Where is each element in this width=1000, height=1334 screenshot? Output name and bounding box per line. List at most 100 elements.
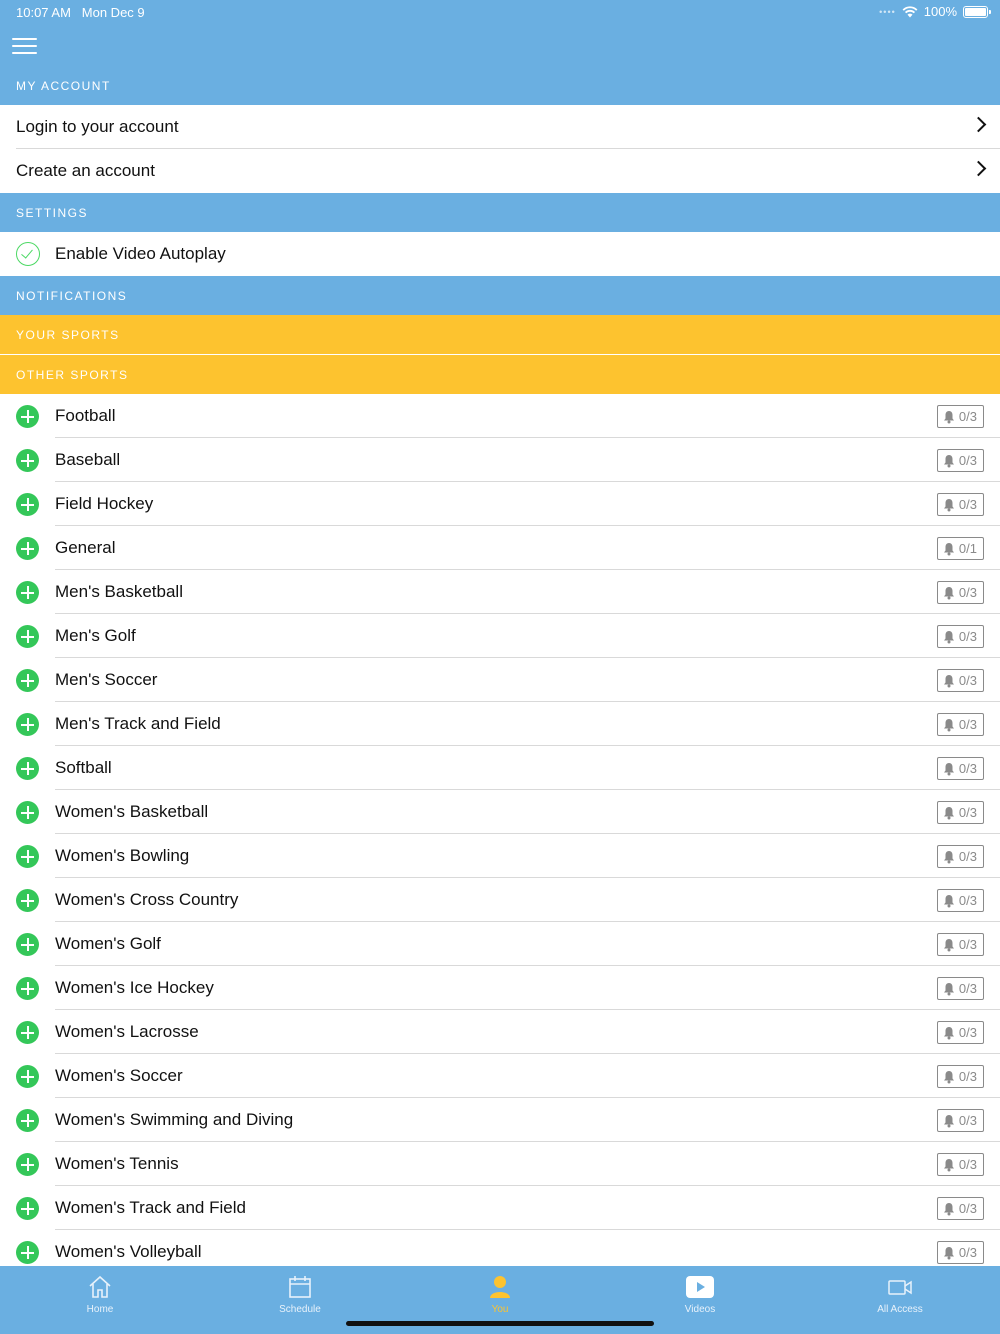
notification-count-badge[interactable]: 0/1 bbox=[936, 537, 984, 560]
bell-icon bbox=[943, 1202, 954, 1215]
sport-row[interactable]: Women's Tennis 0/3 bbox=[0, 1142, 1000, 1186]
notification-count-badge[interactable]: 0/3 bbox=[936, 581, 984, 604]
tab-home[interactable]: Home bbox=[0, 1266, 200, 1322]
sport-row[interactable]: Baseball 0/3 bbox=[0, 438, 1000, 482]
notification-count-badge[interactable]: 0/3 bbox=[936, 1065, 984, 1088]
notification-count-badge[interactable]: 0/3 bbox=[936, 405, 984, 428]
sport-name: Women's Basketball bbox=[55, 802, 209, 821]
add-icon[interactable] bbox=[16, 581, 39, 604]
create-account-row[interactable]: Create an account bbox=[0, 149, 1000, 193]
wifi-icon bbox=[902, 5, 918, 17]
sport-name: Men's Golf bbox=[55, 626, 136, 645]
bell-icon bbox=[943, 762, 954, 775]
sport-name: Women's Tennis bbox=[55, 1154, 179, 1173]
notification-count-badge[interactable]: 0/3 bbox=[936, 449, 984, 472]
notification-count-badge[interactable]: 0/3 bbox=[936, 933, 984, 956]
sport-row[interactable]: Women's Lacrosse 0/3 bbox=[0, 1010, 1000, 1054]
tab-you[interactable]: You bbox=[400, 1266, 600, 1322]
sport-row[interactable]: Men's Basketball 0/3 bbox=[0, 570, 1000, 614]
bell-icon bbox=[943, 938, 954, 951]
sport-row[interactable]: Men's Soccer 0/3 bbox=[0, 658, 1000, 702]
add-icon[interactable] bbox=[16, 1241, 39, 1264]
add-icon[interactable] bbox=[16, 493, 39, 516]
notification-count-badge[interactable]: 0/3 bbox=[936, 845, 984, 868]
person-icon bbox=[490, 1276, 510, 1298]
add-icon[interactable] bbox=[16, 1065, 39, 1088]
sport-row[interactable]: Field Hockey 0/3 bbox=[0, 482, 1000, 526]
login-row[interactable]: Login to your account bbox=[0, 105, 1000, 149]
sport-row[interactable]: Women's Bowling 0/3 bbox=[0, 834, 1000, 878]
notification-count-badge[interactable]: 0/3 bbox=[936, 889, 984, 912]
sport-row[interactable]: Women's Golf 0/3 bbox=[0, 922, 1000, 966]
notification-count-badge[interactable]: 0/3 bbox=[936, 669, 984, 692]
bell-icon bbox=[943, 410, 954, 423]
bell-icon bbox=[943, 1246, 954, 1259]
sport-name: Men's Soccer bbox=[55, 670, 158, 689]
bell-icon bbox=[943, 542, 954, 555]
checkmark-icon[interactable] bbox=[16, 242, 40, 266]
notification-count-badge[interactable]: 0/3 bbox=[936, 801, 984, 824]
add-icon[interactable] bbox=[16, 757, 39, 780]
add-icon[interactable] bbox=[16, 713, 39, 736]
add-icon[interactable] bbox=[16, 845, 39, 868]
add-icon[interactable] bbox=[16, 537, 39, 560]
bell-icon bbox=[943, 586, 954, 599]
tab-label: Videos bbox=[684, 1304, 716, 1315]
add-icon[interactable] bbox=[16, 1197, 39, 1220]
add-icon[interactable] bbox=[16, 625, 39, 648]
notification-count-badge[interactable]: 0/3 bbox=[936, 493, 984, 516]
add-icon[interactable] bbox=[16, 889, 39, 912]
chevron-right-icon bbox=[970, 116, 987, 133]
sport-row[interactable]: Women's Ice Hockey 0/3 bbox=[0, 966, 1000, 1010]
tab-schedule[interactable]: Schedule bbox=[200, 1266, 400, 1322]
battery-icon bbox=[963, 5, 991, 18]
sport-row[interactable]: General 0/1 bbox=[0, 526, 1000, 570]
status-right: •••• 100% bbox=[879, 4, 991, 19]
tab-label: You bbox=[491, 1304, 509, 1315]
add-icon[interactable] bbox=[16, 1153, 39, 1176]
add-icon[interactable] bbox=[16, 449, 39, 472]
add-icon[interactable] bbox=[16, 1021, 39, 1044]
video-camera-icon bbox=[888, 1280, 912, 1295]
sport-name: Men's Track and Field bbox=[55, 714, 221, 733]
sport-row[interactable]: Women's Track and Field 0/3 bbox=[0, 1186, 1000, 1230]
sport-name: Women's Cross Country bbox=[55, 890, 239, 909]
add-icon[interactable] bbox=[16, 1109, 39, 1132]
add-icon[interactable] bbox=[16, 933, 39, 956]
notification-count-badge[interactable]: 0/3 bbox=[936, 713, 984, 736]
sport-name: Men's Basketball bbox=[55, 582, 183, 601]
sport-row[interactable]: Men's Golf 0/3 bbox=[0, 614, 1000, 658]
tab-label: All Access bbox=[877, 1304, 923, 1315]
add-icon[interactable] bbox=[16, 977, 39, 1000]
notification-count-badge[interactable]: 0/3 bbox=[936, 1197, 984, 1220]
add-icon[interactable] bbox=[16, 405, 39, 428]
bell-icon bbox=[943, 630, 954, 643]
notification-count-badge[interactable]: 0/3 bbox=[936, 757, 984, 780]
add-icon[interactable] bbox=[16, 669, 39, 692]
tab-all-access[interactable]: All Access bbox=[800, 1266, 1000, 1322]
notification-count-badge[interactable]: 0/3 bbox=[936, 1153, 984, 1176]
notification-count: 0/3 bbox=[958, 981, 977, 996]
notification-count-badge[interactable]: 0/3 bbox=[936, 1241, 984, 1264]
notification-count: 0/3 bbox=[958, 849, 977, 864]
notification-count-badge[interactable]: 0/3 bbox=[936, 977, 984, 1000]
sport-row[interactable]: Softball 0/3 bbox=[0, 746, 1000, 790]
sport-row[interactable]: Women's Basketball 0/3 bbox=[0, 790, 1000, 834]
menu-icon[interactable] bbox=[12, 38, 37, 54]
notification-count-badge[interactable]: 0/3 bbox=[936, 1021, 984, 1044]
autoplay-row[interactable]: Enable Video Autoplay bbox=[0, 232, 1000, 276]
sport-row[interactable]: Women's Cross Country 0/3 bbox=[0, 878, 1000, 922]
add-icon[interactable] bbox=[16, 801, 39, 824]
play-icon bbox=[686, 1276, 714, 1298]
sport-row[interactable]: Women's Swimming and Diving 0/3 bbox=[0, 1098, 1000, 1142]
notification-count: 0/3 bbox=[958, 409, 977, 424]
notification-count: 0/3 bbox=[958, 1245, 977, 1260]
sport-row[interactable]: Women's Soccer 0/3 bbox=[0, 1054, 1000, 1098]
tab-videos[interactable]: Videos bbox=[600, 1266, 800, 1322]
sport-row[interactable]: Men's Track and Field 0/3 bbox=[0, 702, 1000, 746]
sport-name: Women's Track and Field bbox=[55, 1198, 246, 1217]
notification-count-badge[interactable]: 0/3 bbox=[936, 1109, 984, 1132]
bell-icon bbox=[943, 1114, 954, 1127]
notification-count-badge[interactable]: 0/3 bbox=[936, 625, 984, 648]
sport-row[interactable]: Football 0/3 bbox=[0, 394, 1000, 438]
